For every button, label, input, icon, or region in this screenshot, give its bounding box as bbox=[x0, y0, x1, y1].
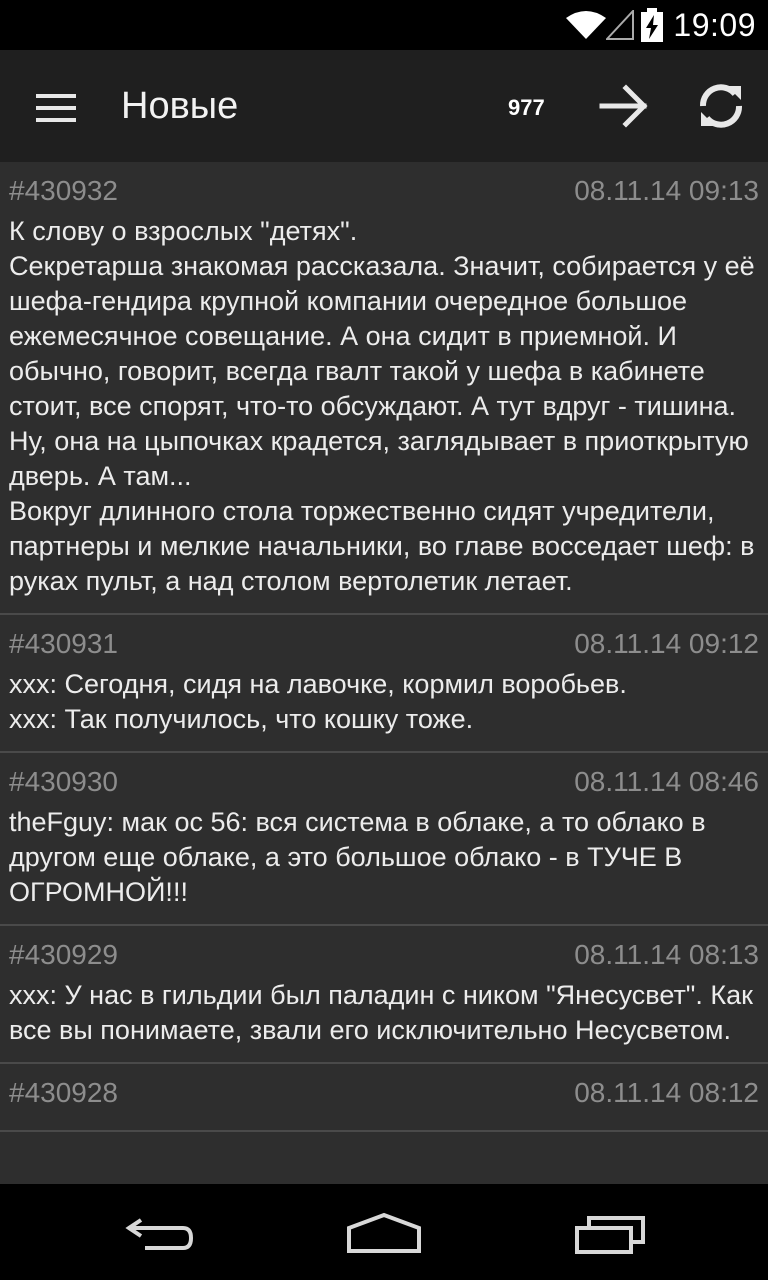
quote-text: theFguy: мак ос 56: вся система в облаке… bbox=[9, 807, 714, 907]
quote-item[interactable]: #430930 08.11.14 08:46 theFguy: мак ос 5… bbox=[0, 753, 768, 926]
status-time: 19:09 bbox=[673, 7, 756, 43]
signal-icon bbox=[606, 10, 634, 40]
quote-date: 08.11.14 09:13 bbox=[574, 175, 759, 206]
quote-text: К слову о взрослых "детях". Секретарша з… bbox=[9, 216, 755, 596]
quote-text: xxx: У нас в гильдии был паладин с ником… bbox=[9, 980, 761, 1045]
quote-date: 08.11.14 08:13 bbox=[574, 939, 759, 970]
quote-date: 08.11.14 09:12 bbox=[574, 628, 759, 659]
quote-id: #430928 bbox=[9, 1077, 119, 1108]
screen: 19:09 Новые 977 #430932 08.11.14 09:13 К… bbox=[0, 0, 768, 1280]
refresh-icon[interactable] bbox=[695, 80, 747, 132]
quote-id: #430932 bbox=[9, 175, 119, 206]
wifi-icon bbox=[566, 11, 606, 39]
battery-charging-icon bbox=[641, 8, 663, 42]
quote-item[interactable]: #430932 08.11.14 09:13 К слову о взрослы… bbox=[0, 162, 768, 615]
status-bar: 19:09 bbox=[0, 0, 768, 50]
quote-header: #430930 08.11.14 08:46 bbox=[9, 765, 759, 799]
arrow-right-icon[interactable] bbox=[598, 80, 650, 132]
menu-icon[interactable] bbox=[36, 94, 76, 122]
navigation-bar bbox=[0, 1184, 768, 1280]
quote-id: #430931 bbox=[9, 628, 119, 659]
quote-item[interactable]: #430931 08.11.14 09:12 xxx: Сегодня, сид… bbox=[0, 615, 768, 753]
quote-item[interactable]: #430928 08.11.14 08:12 bbox=[0, 1064, 768, 1132]
quote-header: #430932 08.11.14 09:13 bbox=[9, 174, 759, 208]
quote-header: #430929 08.11.14 08:13 bbox=[9, 938, 759, 972]
quote-id: #430930 bbox=[9, 766, 119, 797]
quote-header: #430928 08.11.14 08:12 bbox=[9, 1076, 759, 1110]
quote-date: 08.11.14 08:46 bbox=[574, 766, 759, 797]
quote-header: #430931 08.11.14 09:12 bbox=[9, 627, 759, 661]
quote-item[interactable]: #430929 08.11.14 08:13 xxx: У нас в гиль… bbox=[0, 926, 768, 1064]
quote-count: 977 bbox=[508, 95, 545, 120]
page-title: Новые bbox=[121, 85, 239, 127]
quote-text: xxx: Сегодня, сидя на лавочке, кормил во… bbox=[9, 669, 627, 734]
home-icon[interactable] bbox=[345, 1212, 423, 1254]
recents-icon[interactable] bbox=[574, 1214, 648, 1256]
quote-date: 08.11.14 08:12 bbox=[574, 1077, 759, 1108]
action-bar: Новые 977 bbox=[0, 50, 768, 162]
quote-list[interactable]: #430932 08.11.14 09:13 К слову о взрослы… bbox=[0, 162, 768, 1184]
back-icon[interactable] bbox=[125, 1214, 197, 1254]
quote-id: #430929 bbox=[9, 939, 119, 970]
